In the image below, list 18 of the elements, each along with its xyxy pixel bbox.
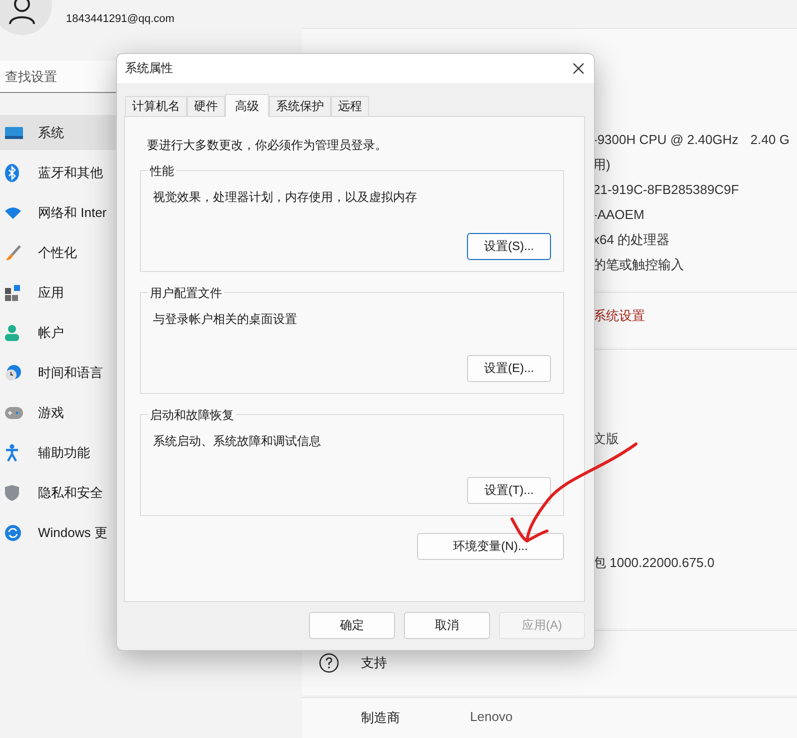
spec-value: 包 1000.22000.675.0 [593,554,716,572]
group-title: 性能 [148,163,176,180]
spec-value: 用) [593,156,610,174]
spec-value: -AAOEM [593,207,644,222]
info-label: 制造商 [361,709,401,727]
spec-value: 21-919C-8FB285389C9F [593,182,739,197]
spec-value: -9300H CPU @ 2.40GHz [593,132,738,147]
admin-notice: 要进行大多数更改，你必须作为管理员登录。 [147,137,388,154]
dialog-title: 系统属性 [125,60,173,77]
user-email: 1843441291@qq.com [66,13,174,25]
group-title: 用户配置文件 [148,285,224,302]
group-title: 启动和故障恢复 [148,407,236,424]
support-title: 支持 [361,654,387,672]
info-value: Lenovo [470,709,513,726]
spec-value: 2.40 G [750,132,790,147]
group-description: 视觉效果，处理器计划，内存使用，以及虚拟内存 [153,189,417,206]
group-description: 系统启动、系统故障和调试信息 [153,433,321,450]
group-description: 与登录帐户相关的桌面设置 [153,311,297,328]
